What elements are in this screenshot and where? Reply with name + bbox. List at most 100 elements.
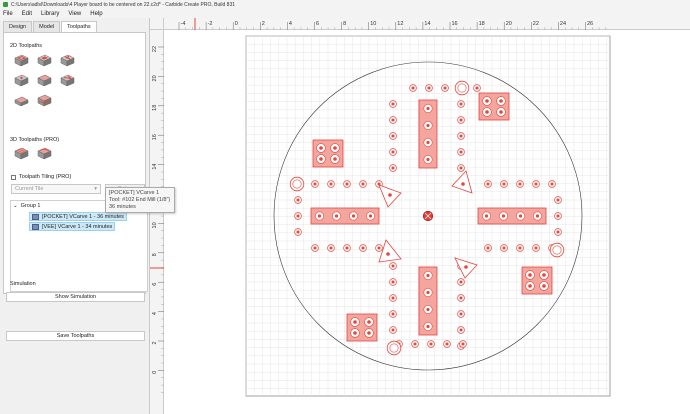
peg-hole-center [459,328,463,332]
bar-hole-center [426,324,430,329]
tiling-checkbox-row[interactable]: Toolpath Tiling (PRO) [11,174,71,180]
group-row[interactable]: ⌄ Group 1 [13,203,40,209]
advanced-vcarve-button[interactable] [58,72,77,89]
peg-hole-center [518,182,522,186]
simulation-title: Simulation [10,281,36,287]
ruler-label: 10 [370,21,376,27]
peg-hole-center [413,342,417,346]
menu-edit[interactable]: Edit [22,11,32,17]
home-pad [521,266,553,295]
ruler-corner [150,18,164,30]
contour-toolpath-button[interactable] [12,52,31,69]
bar-hole-center [501,214,506,218]
home-ring [386,340,402,356]
ruler-label: 6 [152,283,158,286]
menu-library[interactable]: Library [41,11,59,17]
bar-hole-center [426,273,430,278]
window-title: C:\Users\adlsl\Downloads\4 Player board … [11,1,236,8]
3d-finish-button[interactable] [35,145,54,162]
arrow-center [386,252,390,256]
peg-hole-center [502,182,506,186]
home-ring [454,80,470,96]
texture-toolpath-button[interactable] [35,72,54,89]
peg-hole-center [391,264,395,268]
ruler-label: 2 [152,341,158,344]
bar-hole-center [351,214,356,218]
tab-toolpaths[interactable]: Toolpaths [61,21,97,32]
chamfer-toolpath-icon [37,94,52,107]
ruler-label: 0 [152,371,158,374]
ruler-label: 2 [262,21,265,27]
peg-hole-center [534,246,538,250]
arrow-center [388,193,392,197]
ruler-label: 6 [316,21,319,27]
chevron-down-icon[interactable]: ⌄ [13,203,18,209]
peg-hole-center [443,86,447,90]
peg-hole-center [534,182,538,186]
save-toolpaths-button[interactable]: Save Toolpaths [6,331,145,341]
ruler-label: 0 [235,21,238,27]
peg-hole-center [313,182,317,186]
peg-hole-center [391,166,395,170]
ruler-label: 18 [479,21,485,27]
ruler-label: 14 [424,21,430,27]
peg-hole-center [296,230,300,234]
toolpaths-3d-title: 3D Toolpaths (PRO) [10,137,60,143]
tab-model[interactable]: Model [33,21,61,32]
peg-hole-center [313,246,317,250]
design-canvas[interactable]: -4-202468101214161820222426 222018161412… [150,18,690,414]
pad-hole-center [499,110,503,114]
contour-toolpath-icon [14,54,29,67]
vertical-ruler: 2220181614121086420 [150,30,164,414]
left-panel: Design Model Toolpaths 2D Toolpaths 3D T… [0,18,150,414]
horizontal-ruler: -4 -2 0 2 4 6 8 10 12 14 16 18 20 22 24 26 [150,18,690,30]
home-pad [346,313,378,342]
pad-hole-center [319,157,323,161]
tooltip-time: 36 minutes [109,204,136,210]
bar-hole-center [426,106,430,111]
peg-hole-center [459,102,463,106]
ruler-label: 4 [152,312,158,315]
menu-file[interactable]: File [3,11,13,17]
toolpath-item-pocket[interactable]: [POCKET] VCarve 1 - 36 minutes [29,212,127,221]
ruler-label: 22 [533,21,539,27]
toolpath-tooltip: [POCKET] VCarve 1 Tool: #102 End Mill (1… [105,187,175,213]
tab-design[interactable]: Design [3,21,33,32]
peg-hole-center [391,312,395,316]
3d-rough-button[interactable] [12,145,31,162]
peg-hole-center [518,246,522,250]
peg-hole-center [361,246,365,250]
peg-hole-center [391,280,395,284]
ruler-label: 20 [152,75,158,81]
3d-finish-icon [37,147,52,160]
bar-hole-center [334,214,339,218]
show-simulation-button[interactable]: Show Simulation [6,292,145,302]
chamfer-toolpath-button[interactable] [35,92,54,109]
tile-select[interactable]: Current Tile ▾ [11,184,101,194]
board-drawing[interactable] [150,18,690,414]
ruler-label: 8 [152,253,158,256]
pad-hole-center [542,284,546,288]
pad-hole-center [367,331,371,335]
ruler-label: 18 [152,105,158,111]
pocket-toolpath-button[interactable] [35,52,54,69]
drill-toolpath-button[interactable] [12,72,31,89]
ruler-label: 4 [289,21,292,27]
tiling-checkbox[interactable] [11,174,16,180]
rough-clear-button[interactable] [12,92,31,109]
pad-hole-center [485,110,489,114]
toolpath-item-vee[interactable]: [VEE] VCarve 1 - 34 minutes [29,222,116,231]
menu-view[interactable]: View [68,11,81,17]
peg-hole-center [459,280,463,284]
menu-help[interactable]: Help [90,11,102,17]
bar-hole-center [484,214,489,218]
bar-hole-center [518,214,523,218]
pad-hole-center [528,284,532,288]
home-ring [549,242,565,258]
toolpaths-pane: 2D Toolpaths 3D Toolpaths (PRO) Toolpath… [3,32,148,294]
pad-hole-center [542,273,546,277]
bar-hole-center [535,214,540,218]
vcarve-toolpath-button[interactable] [58,52,77,69]
toolpath-item-label: [POCKET] VCarve 1 - 36 minutes [42,213,124,220]
pad-hole-center [319,146,323,150]
